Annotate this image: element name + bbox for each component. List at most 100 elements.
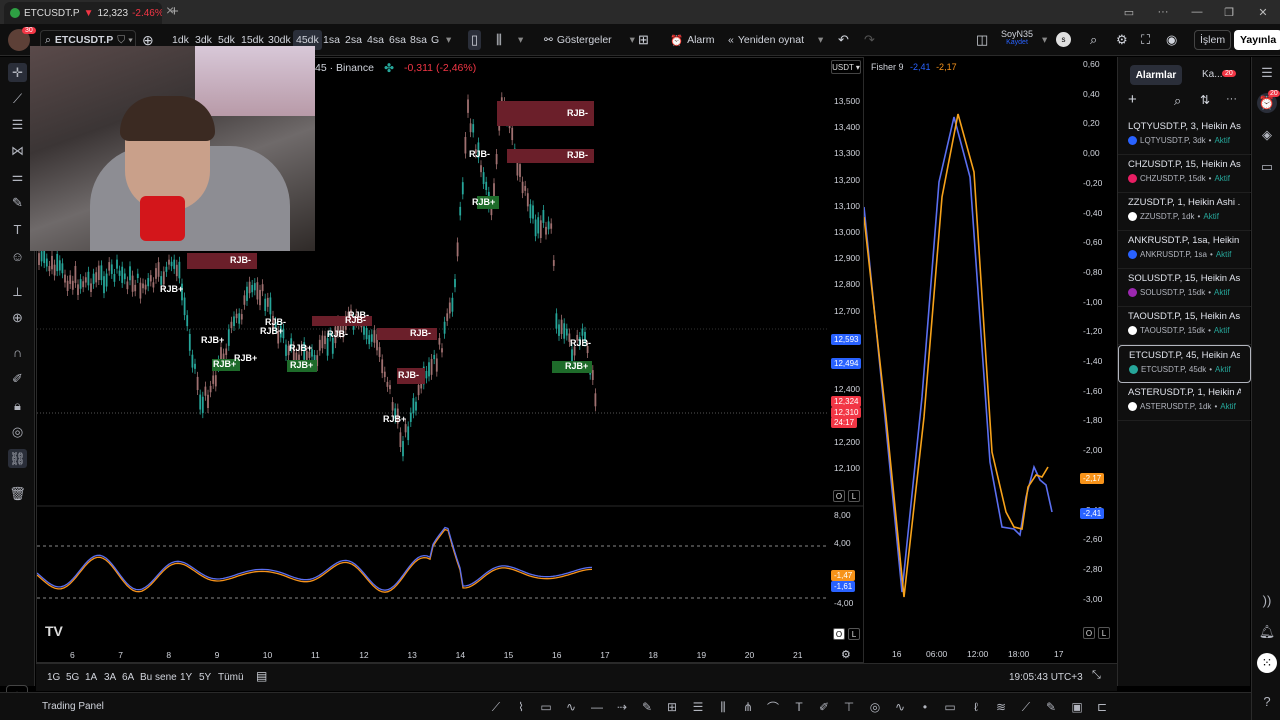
- publish-button[interactable]: Yayınla: [1234, 30, 1280, 50]
- alert-item[interactable]: ASTERUSDT.P, 1, Heikin A... ASTERUSDT.P, …: [1118, 383, 1251, 421]
- pip-icon[interactable]: ▭: [1112, 0, 1146, 24]
- trash-icon[interactable]: 🗑︎: [8, 484, 27, 503]
- projection-icon[interactable]: ⚌: [8, 167, 27, 186]
- interval-dropdown-icon[interactable]: ▾: [446, 30, 451, 50]
- ruler-icon[interactable]: ⟂: [8, 282, 27, 301]
- undo-icon[interactable]: ↶: [838, 30, 849, 50]
- expand-corner-icon[interactable]: ⤡: [1092, 669, 1101, 682]
- sort-icon[interactable]: ⇅: [1200, 93, 1210, 107]
- range-1A[interactable]: 1A: [85, 672, 97, 683]
- tool-script-icon[interactable]: ℓ: [968, 699, 984, 715]
- toggle-l-osc[interactable]: L: [848, 628, 860, 640]
- new-tab-plus-icon[interactable]: +: [170, 3, 179, 20]
- minimize-icon[interactable]: —: [1180, 0, 1214, 24]
- redo-icon[interactable]: ↷: [864, 30, 875, 50]
- toggle-o-osc[interactable]: O: [833, 628, 845, 640]
- alert-item[interactable]: CHZUSDT.P, 15, Heikin As... CHZUSDT.P, 15…: [1118, 155, 1251, 193]
- interval-6sa[interactable]: 6sa: [389, 30, 406, 50]
- axis-settings-gear-icon[interactable]: ⚙: [841, 648, 851, 661]
- eye-icon[interactable]: ◎: [8, 422, 27, 441]
- interval-1sa[interactable]: 1sa: [323, 30, 340, 50]
- tool-fib-icon[interactable]: ☰: [690, 699, 706, 715]
- range-all[interactable]: Tümü: [218, 672, 244, 683]
- layout-name[interactable]: SoyN35 Kaydet: [1000, 29, 1034, 46]
- tool-text-icon[interactable]: T: [791, 699, 807, 715]
- alert-item[interactable]: LQTYUSDT.P, 3, Heikin As... LQTYUSDT.P, 3…: [1118, 117, 1251, 155]
- close-window-icon[interactable]: ✕: [1246, 0, 1280, 24]
- tool-pitchfork-icon[interactable]: ⋔: [740, 699, 756, 715]
- tab-alarms[interactable]: Alarmlar: [1130, 65, 1182, 85]
- alert-item[interactable]: TAOUSDT.P, 15, Heikin As... TAOUSDT.P, 15…: [1118, 307, 1251, 345]
- toggle-o[interactable]: O: [833, 490, 845, 502]
- fib-lines-icon[interactable]: ☰: [8, 115, 27, 134]
- alert-item[interactable]: ETCUSDT.P, 45, Heikin As... ETCUSDT.P, 45…: [1118, 345, 1251, 383]
- link-icon[interactable]: ⛓: [8, 449, 27, 468]
- interval-G[interactable]: G: [431, 30, 439, 50]
- camera-icon[interactable]: ◉: [1166, 30, 1177, 50]
- toggle-l[interactable]: L: [848, 490, 860, 502]
- tool-signal-icon[interactable]: ≋: [993, 699, 1009, 715]
- interval-4sa[interactable]: 4sa: [367, 30, 384, 50]
- panel-toggle-icon[interactable]: ◫: [976, 30, 988, 50]
- tool-pen-icon[interactable]: ✐: [816, 699, 832, 715]
- tool-line-icon[interactable]: ⟋: [488, 699, 504, 715]
- range-6A[interactable]: 6A: [122, 672, 134, 683]
- alert-item[interactable]: SOLUSDT.P, 15, Heikin As... SOLUSDT.P, 15…: [1118, 269, 1251, 307]
- tool-edit-icon[interactable]: ✎: [1043, 699, 1059, 715]
- notifications-bell-icon[interactable]: 🔔︎: [1257, 622, 1277, 642]
- alert-more-icon[interactable]: ···: [1226, 93, 1237, 105]
- layouts-grid-icon[interactable]: ⊞: [638, 30, 649, 50]
- tool-channel-icon[interactable]: ⫼: [715, 699, 731, 715]
- fisher-toggle-l[interactable]: L: [1098, 627, 1110, 639]
- tab-other[interactable]: Ka...: [1202, 69, 1223, 80]
- broadcast-icon[interactable]: )): [1257, 590, 1277, 610]
- candles-icon[interactable]: ⫼: [496, 30, 502, 50]
- range-5G[interactable]: 5G: [66, 672, 79, 683]
- tool-measure-icon[interactable]: ⊤: [841, 699, 857, 715]
- tool-brush-icon[interactable]: ✎: [639, 699, 655, 715]
- tool-bracket-icon[interactable]: ⊏: [1094, 699, 1110, 715]
- tool-ray-icon[interactable]: ⇢: [614, 699, 630, 715]
- snapshot-s-icon[interactable]: s: [1056, 32, 1071, 47]
- tool-comment-icon[interactable]: ▭: [942, 699, 958, 715]
- tool-path-icon[interactable]: ⌇: [513, 699, 529, 715]
- calendar-icon[interactable]: ▤: [256, 669, 267, 683]
- lock-icon[interactable]: 🔒︎: [8, 396, 27, 415]
- zoom-icon[interactable]: ⊕: [8, 308, 27, 327]
- alarm-button[interactable]: ⏰ Alarm: [670, 30, 715, 50]
- clock-label[interactable]: 19:05:43 UTC+3: [1009, 672, 1083, 683]
- tool-wave-icon[interactable]: ∿: [892, 699, 908, 715]
- tool-curve-icon[interactable]: ∿: [563, 699, 579, 715]
- tool-note-icon[interactable]: ▭: [538, 699, 554, 715]
- magnet-icon[interactable]: ∩: [8, 343, 27, 362]
- pattern-icon[interactable]: ⋈: [8, 141, 27, 160]
- settings-gear-icon[interactable]: ⚙: [1116, 30, 1128, 50]
- range-5Y[interactable]: 5Y: [199, 672, 211, 683]
- tool-grid-icon[interactable]: ⊞: [664, 699, 680, 715]
- range-3A[interactable]: 3A: [104, 672, 116, 683]
- indicators-button[interactable]: ⚯ Göstergeler ▾: [544, 30, 635, 50]
- trade-button[interactable]: İşlem: [1194, 30, 1232, 50]
- tool-target-icon[interactable]: ◎: [867, 699, 883, 715]
- alert-item[interactable]: ANKRUSDT.P, 1sa, Heikin ... ANKRUSDT.P, 1…: [1118, 231, 1251, 269]
- trading-panel-label[interactable]: Trading Panel: [42, 701, 104, 712]
- brush-icon[interactable]: ✎: [8, 193, 27, 212]
- apps-grid-icon[interactable]: ⁙: [1257, 653, 1277, 673]
- alert-item[interactable]: ZZUSDT.P, 1, Heikin Ashi ... ZZUSDT.P, 1d…: [1118, 193, 1251, 231]
- crosshair-icon[interactable]: ✛: [8, 63, 27, 82]
- fisher-toggle-o[interactable]: O: [1083, 627, 1095, 639]
- alert-search-icon[interactable]: ⌕: [1174, 93, 1181, 109]
- trendline-icon[interactable]: ⟋: [8, 89, 27, 108]
- add-alert-plus-icon[interactable]: +: [1128, 91, 1137, 108]
- text-icon[interactable]: T: [8, 220, 27, 239]
- tool-arc-icon[interactable]: ⌒: [765, 699, 781, 715]
- fullscreen-icon[interactable]: ⛶: [1141, 30, 1150, 50]
- layout-dropdown-icon[interactable]: ▾: [1042, 30, 1047, 50]
- interval-2sa[interactable]: 2sa: [345, 30, 362, 50]
- tool-dot-icon[interactable]: •: [917, 699, 933, 715]
- watchlist-icon[interactable]: ☰: [1257, 63, 1277, 83]
- range-1G[interactable]: 1G: [47, 672, 60, 683]
- fisher-pane[interactable]: Fisher 9 -2,41 -2,17 0,60 0,40 0,20 0,00 -0,…: [864, 57, 1117, 663]
- tool-draw-icon[interactable]: ⟋: [1018, 699, 1034, 715]
- range-1Y[interactable]: 1Y: [180, 672, 192, 683]
